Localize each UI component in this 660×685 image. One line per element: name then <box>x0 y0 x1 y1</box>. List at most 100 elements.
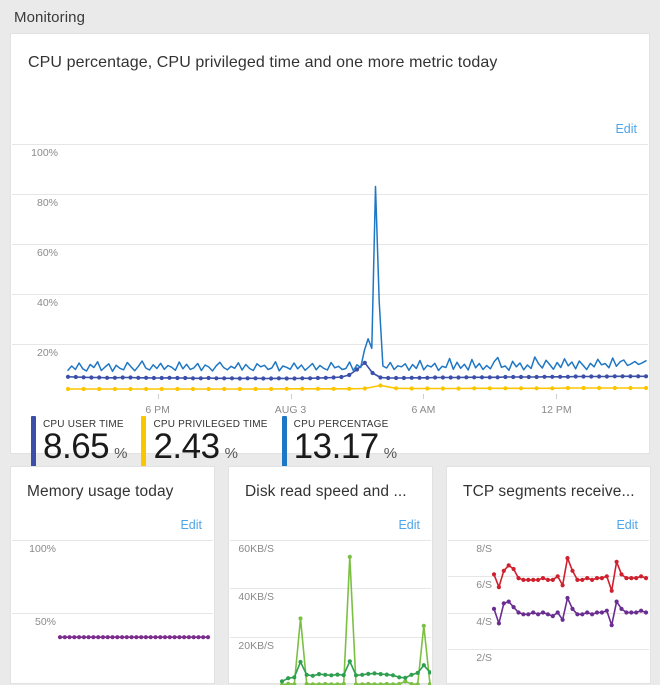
series-marker <box>246 376 250 380</box>
series-marker <box>91 635 95 639</box>
series-marker <box>422 663 426 667</box>
series-marker <box>58 635 62 639</box>
edit-link-disk[interactable]: Edit <box>398 518 420 532</box>
disk-read-tile: Disk read speed and ... Edit 0KB/S20KB/S… <box>228 466 433 684</box>
series-marker <box>644 610 648 614</box>
series-marker <box>610 589 614 593</box>
series-marker <box>580 612 584 616</box>
series-marker <box>570 569 574 573</box>
series-marker <box>280 679 284 683</box>
series-marker <box>497 621 501 625</box>
series-marker <box>456 386 460 390</box>
series-marker <box>394 376 398 380</box>
series-marker <box>177 635 181 639</box>
series-marker <box>168 635 172 639</box>
series-marker <box>402 376 406 380</box>
series-marker <box>629 576 633 580</box>
edit-link-cpu-chart[interactable]: Edit <box>615 122 637 136</box>
series-marker <box>541 576 545 580</box>
series-marker <box>292 376 296 380</box>
series-marker <box>317 672 321 676</box>
series-marker <box>269 387 273 391</box>
series-marker <box>644 374 648 378</box>
series-marker <box>496 375 500 379</box>
series-marker <box>624 610 628 614</box>
series-marker <box>175 376 179 380</box>
series-marker <box>113 387 117 391</box>
series-marker <box>636 374 640 378</box>
series-marker <box>121 375 125 379</box>
x-axis-tick-label: 12 PM <box>541 404 571 416</box>
series-marker <box>628 374 632 378</box>
series-marker <box>105 376 109 380</box>
series-marker <box>87 635 91 639</box>
series-marker <box>82 387 86 391</box>
series-marker <box>371 371 375 375</box>
series-marker <box>639 609 643 613</box>
series-marker <box>417 376 421 380</box>
series-marker <box>311 674 315 678</box>
series-marker <box>77 635 81 639</box>
series-marker <box>507 600 511 604</box>
series-marker <box>566 375 570 379</box>
series-marker <box>550 386 554 390</box>
series-marker <box>585 610 589 614</box>
series-marker <box>175 387 179 391</box>
series-marker <box>589 374 593 378</box>
series-marker <box>605 609 609 613</box>
series-marker <box>634 576 638 580</box>
series-marker <box>605 574 609 578</box>
series-marker <box>628 386 632 390</box>
series-marker <box>600 610 604 614</box>
series-marker <box>196 635 200 639</box>
x-axis-tick-mark <box>423 394 424 399</box>
series-marker <box>512 567 516 571</box>
series-marker <box>329 673 333 677</box>
series-marker <box>305 673 309 677</box>
series-marker <box>488 386 492 390</box>
series-marker <box>497 585 501 589</box>
series-marker <box>348 659 352 663</box>
series-marker <box>152 376 156 380</box>
series-marker <box>158 635 162 639</box>
legend-unit: % <box>114 445 127 462</box>
series-marker <box>191 376 195 380</box>
series-marker <box>207 376 211 380</box>
series-marker <box>173 635 177 639</box>
edit-link-tcp[interactable]: Edit <box>616 518 638 532</box>
series-marker <box>464 375 468 379</box>
series-marker <box>621 374 625 378</box>
series-marker <box>416 671 420 675</box>
series-marker <box>160 376 164 380</box>
memory-usage-title: Memory usage today <box>27 483 174 501</box>
page-title: Monitoring <box>14 9 85 26</box>
series-marker <box>397 675 401 679</box>
edit-link-memory[interactable]: Edit <box>180 518 202 532</box>
series-line <box>68 386 646 390</box>
series-marker <box>561 583 565 587</box>
series-marker <box>521 578 525 582</box>
series-marker <box>379 672 383 676</box>
series-marker <box>403 679 407 683</box>
series-marker <box>342 673 346 677</box>
series-marker <box>472 375 476 379</box>
series-marker <box>144 387 148 391</box>
series-marker <box>261 376 265 380</box>
series-marker <box>366 672 370 676</box>
series-marker <box>551 614 555 618</box>
series-marker <box>97 375 101 379</box>
series-marker <box>222 376 226 380</box>
series-marker <box>542 375 546 379</box>
series-marker <box>581 386 585 390</box>
series-marker <box>546 578 550 582</box>
series-marker <box>149 635 153 639</box>
series-marker <box>66 387 70 391</box>
legend-item: CPU USER TIME 8.65 % <box>31 416 127 468</box>
series-marker <box>613 386 617 390</box>
series-marker <box>492 607 496 611</box>
series-marker <box>511 375 515 379</box>
series-marker <box>323 673 327 677</box>
series-marker <box>565 556 569 560</box>
series-marker <box>600 576 604 580</box>
series-marker <box>378 383 382 387</box>
